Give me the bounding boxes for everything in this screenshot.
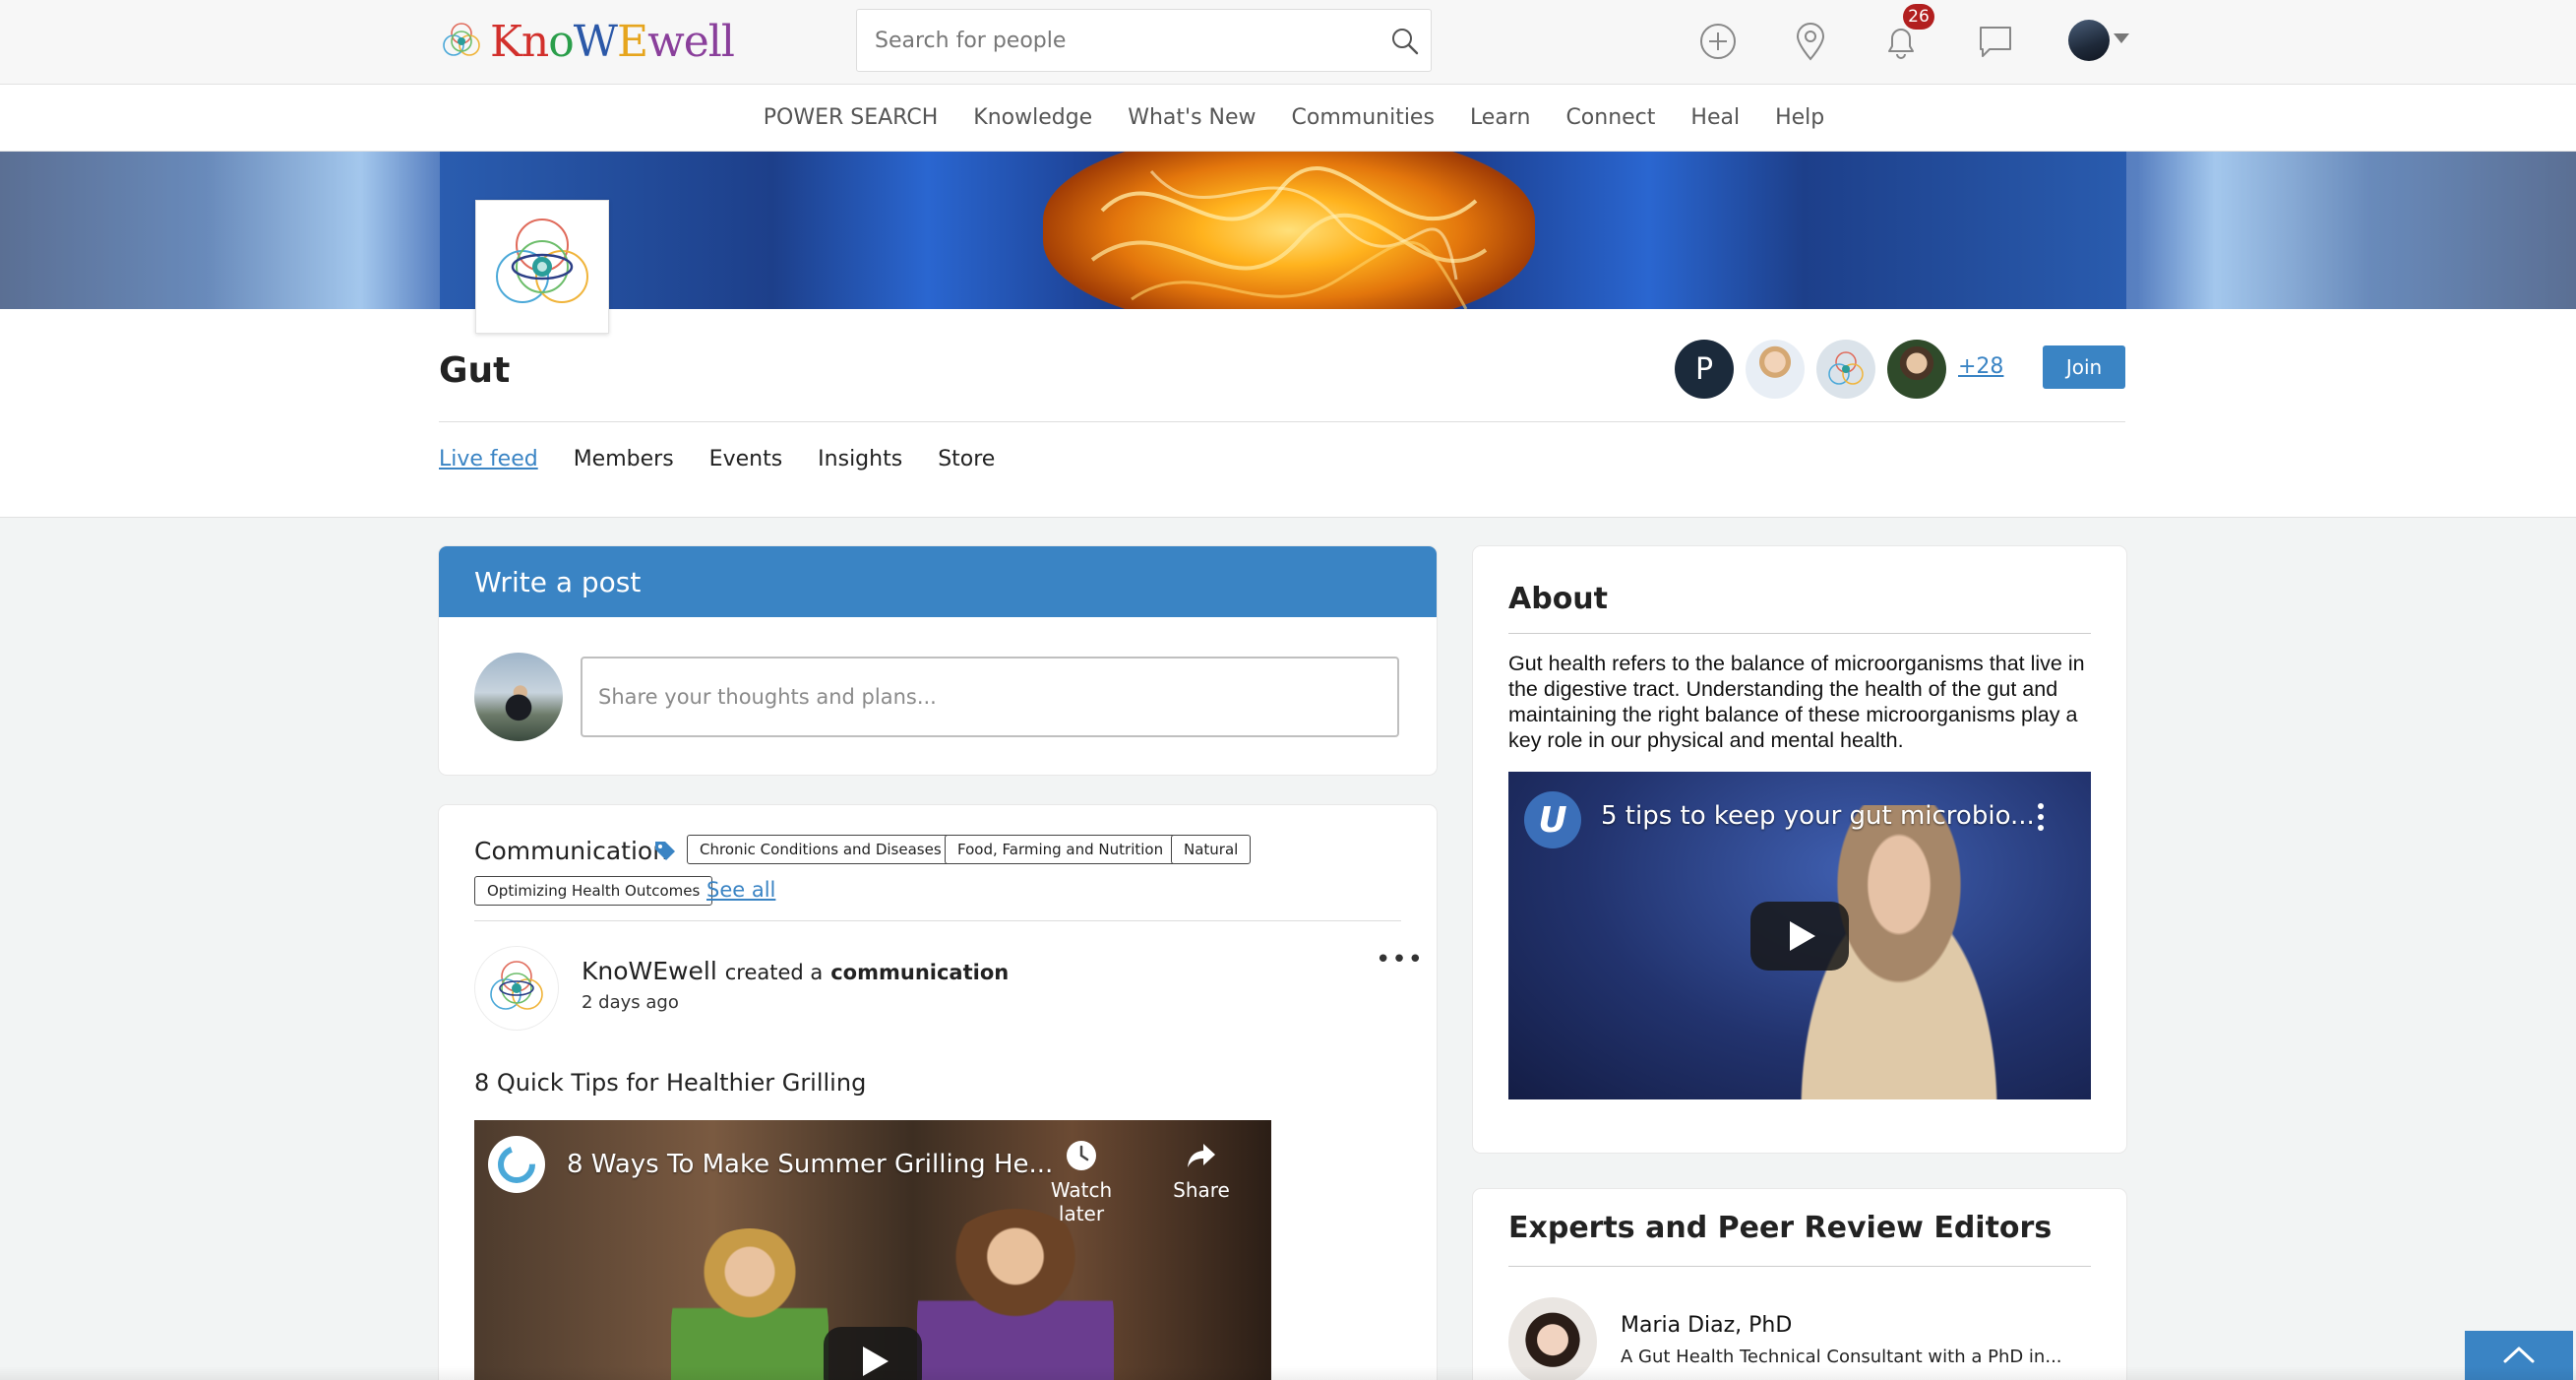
current-user-avatar: [474, 653, 563, 741]
experts-card: Experts and Peer Review Editors Maria Di…: [1473, 1189, 2126, 1380]
post-title[interactable]: 8 Quick Tips for Healthier Grilling: [474, 1069, 866, 1097]
post-category: Communication: [474, 837, 669, 865]
video-title[interactable]: 8 Ways To Make Summer Grilling He...: [567, 1150, 1053, 1179]
search-input[interactable]: [857, 10, 1431, 71]
site-logo[interactable]: KnoWEwell: [439, 14, 735, 69]
experts-title: Experts and Peer Review Editors: [1508, 1211, 2053, 1245]
flower-of-life-logo-icon: [443, 23, 480, 56]
tab-events[interactable]: Events: [709, 447, 783, 471]
messages-icon[interactable]: [1974, 20, 2017, 63]
nav-heal[interactable]: Heal: [1690, 105, 1740, 130]
top-bar: KnoWEwell 26: [0, 0, 2576, 85]
flower-of-life-icon: [1828, 351, 1864, 385]
video-title[interactable]: 5 tips to keep your gut microbio...: [1601, 801, 2035, 831]
nav-knowledge[interactable]: Knowledge: [973, 105, 1092, 130]
group-title: Gut: [439, 350, 511, 391]
chevron-down-icon[interactable]: [2114, 33, 2129, 43]
member-avatar[interactable]: [1887, 340, 1946, 399]
channel-ring-icon: [498, 1146, 535, 1183]
video-menu-icon[interactable]: [2038, 803, 2044, 836]
watch-later-button[interactable]: Watch later: [1027, 1138, 1135, 1225]
tab-members[interactable]: Members: [574, 447, 674, 471]
nav-power-search[interactable]: POWER SEARCH: [764, 105, 939, 130]
post-author-line: KnoWEwell created a communication: [582, 957, 1009, 985]
member-avatar[interactable]: P: [1675, 340, 1734, 399]
notification-count-badge: 26: [1903, 4, 1934, 30]
flower-of-life-icon: [490, 961, 543, 1010]
nav-connect[interactable]: Connect: [1565, 105, 1655, 130]
member-avatar[interactable]: [1746, 340, 1805, 399]
post-timestamp: 2 days ago: [582, 992, 679, 1013]
member-avatar[interactable]: [1816, 340, 1875, 399]
banner-fade-left: [0, 152, 440, 309]
about-divider: [1508, 633, 2091, 634]
intestine-illustration: [1043, 152, 1535, 309]
post-verb: created a: [724, 961, 824, 984]
tab-insights[interactable]: Insights: [818, 447, 902, 471]
chevron-up-icon: [2503, 1347, 2535, 1363]
more-options-icon[interactable]: •••: [1376, 945, 1424, 974]
write-post-title: Write a post: [439, 546, 1437, 617]
feed-post-card: Communication Chronic Conditions and Dis…: [439, 805, 1437, 1380]
tag-icon: [655, 842, 675, 860]
join-button[interactable]: Join: [2043, 345, 2125, 389]
video-person: [671, 1228, 828, 1380]
tag-chip[interactable]: Natural: [1171, 835, 1252, 864]
channel-logo-icon[interactable]: [488, 1136, 545, 1193]
group-tabs: Live feed Members Events Insights Store: [439, 447, 995, 471]
expert-description: A Gut Health Technical Consultant with a…: [1621, 1347, 2062, 1367]
tab-live-feed[interactable]: Live feed: [439, 447, 538, 471]
about-video-player[interactable]: U 5 tips to keep your gut microbio...: [1508, 772, 2091, 1099]
group-banner-image: [0, 152, 2576, 309]
about-card: About Gut health refers to the balance o…: [1473, 546, 2126, 1153]
bottom-shadow: [0, 1366, 2576, 1380]
add-circle-icon[interactable]: [1696, 20, 1740, 63]
about-title: About: [1508, 582, 1609, 616]
video-person: [917, 1209, 1114, 1380]
see-all-tags-link[interactable]: See all: [706, 878, 775, 902]
share-label: Share: [1173, 1178, 1230, 1202]
nav-help[interactable]: Help: [1775, 105, 1824, 130]
intestine-lines-icon: [1090, 166, 1488, 309]
header-divider: [439, 421, 2125, 422]
play-button-icon[interactable]: [1750, 902, 1849, 971]
channel-logo-icon[interactable]: U: [1524, 791, 1581, 848]
watch-later-label: Watch later: [1050, 1178, 1113, 1225]
nav-whats-new[interactable]: What's New: [1128, 105, 1256, 130]
flower-of-life-icon: [496, 219, 588, 303]
about-description: Gut health refers to the balance of micr…: [1508, 652, 2085, 752]
experts-divider: [1508, 1266, 2091, 1267]
main-nav: POWER SEARCH Knowledge What's New Commun…: [0, 85, 2576, 152]
write-post-card: Write a post: [439, 546, 1437, 775]
tag-chip[interactable]: Chronic Conditions and Diseases: [687, 835, 954, 864]
nav-learn[interactable]: Learn: [1470, 105, 1531, 130]
people-search: [856, 9, 1432, 72]
user-avatar[interactable]: [2068, 20, 2110, 61]
post-video-player[interactable]: 8 Ways To Make Summer Grilling He... Wat…: [474, 1120, 1271, 1380]
feed-divider: [474, 920, 1401, 921]
tag-chip[interactable]: Food, Farming and Nutrition: [945, 835, 1177, 864]
group-logo: [475, 200, 609, 334]
location-pin-icon[interactable]: [1789, 20, 1832, 63]
clock-icon: [1067, 1141, 1096, 1170]
tag-chip[interactable]: Optimizing Health Outcomes: [474, 876, 713, 906]
share-arrow-icon: [1188, 1144, 1215, 1167]
post-author-name[interactable]: KnoWEwell: [582, 957, 717, 985]
post-input[interactable]: [581, 657, 1399, 737]
share-button[interactable]: Share: [1147, 1138, 1256, 1202]
nav-communities[interactable]: Communities: [1292, 105, 1435, 130]
group-header: [0, 309, 2576, 518]
expert-name[interactable]: Maria Diaz, PhD: [1621, 1313, 1792, 1338]
post-author-avatar[interactable]: [474, 946, 559, 1031]
search-icon[interactable]: [1389, 26, 1421, 57]
post-object[interactable]: communication: [830, 961, 1009, 984]
banner-fade-right: [2126, 152, 2576, 309]
tab-store[interactable]: Store: [938, 447, 995, 471]
logo-wordmark: KnoWEwell: [490, 16, 735, 67]
more-members-link[interactable]: +28: [1958, 354, 2003, 379]
